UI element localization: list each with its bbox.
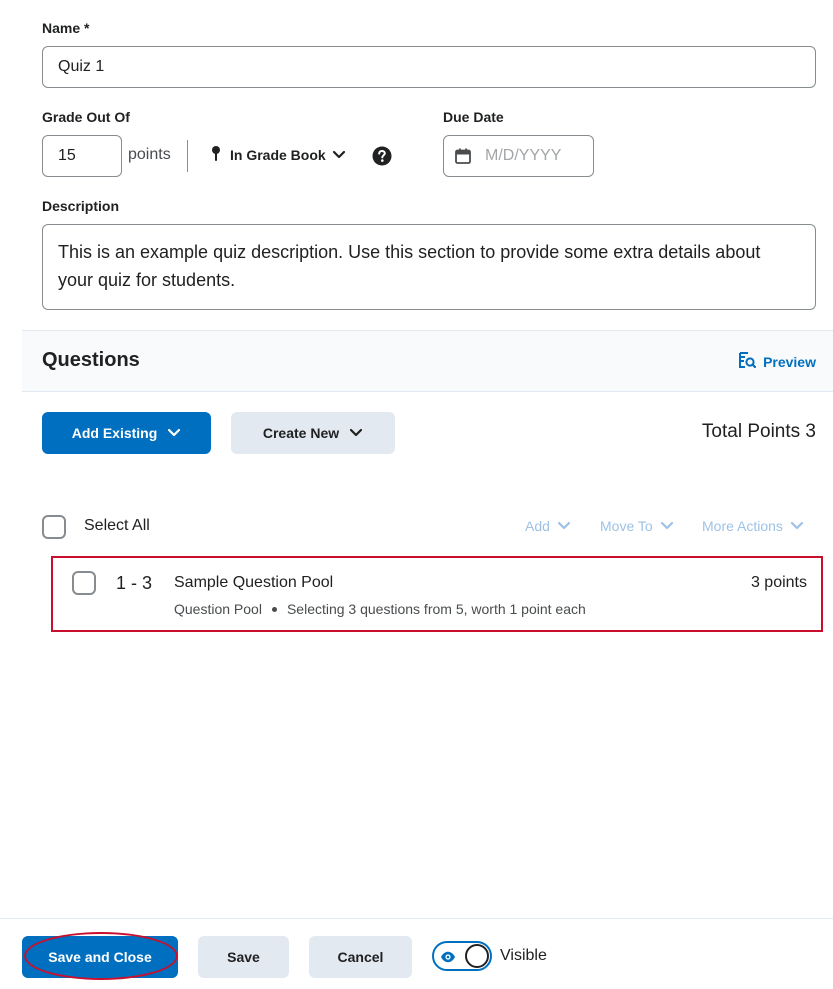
save-label: Save: [227, 949, 260, 965]
total-points: Total Points 3: [701, 421, 816, 442]
divider: [187, 140, 188, 172]
more-actions-dropdown[interactable]: More Actions: [702, 518, 804, 534]
visible-label: Visible: [500, 947, 547, 964]
chevron-down-icon: [349, 425, 363, 441]
save-and-close-button[interactable]: Save and Close: [22, 936, 178, 978]
move-to-label: Move To: [600, 518, 653, 534]
name-label: Name *: [42, 20, 90, 36]
question-points: 3 points: [750, 574, 807, 591]
separator-dot: [271, 606, 277, 612]
questions-title: Questions: [42, 349, 140, 371]
name-input[interactable]: Quiz 1: [42, 46, 816, 88]
grade-input[interactable]: 15: [42, 135, 122, 177]
help-icon[interactable]: [372, 146, 392, 166]
toggle-knob: [465, 944, 489, 968]
more-actions-label: More Actions: [702, 518, 783, 534]
add-existing-label: Add Existing: [71, 425, 158, 441]
select-all-checkbox[interactable]: [42, 515, 66, 539]
add-action-dropdown[interactable]: Add: [525, 518, 571, 534]
description-label: Description: [42, 198, 120, 214]
footer-bar: Save and Close Save Cancel Visible: [0, 918, 833, 989]
pin-icon: [208, 144, 224, 165]
cancel-button[interactable]: Cancel: [309, 936, 412, 978]
highlight-annotation: [51, 556, 823, 632]
chevron-down-icon: [660, 518, 674, 534]
chevron-down-icon: [790, 518, 804, 534]
question-meta: Question Pool Selecting 3 questions from…: [174, 601, 586, 617]
question-type: Question Pool: [174, 601, 262, 617]
question-pool-title[interactable]: Sample Question Pool: [174, 574, 333, 592]
move-to-dropdown[interactable]: Move To: [600, 518, 674, 534]
save-and-close-label: Save and Close: [48, 949, 152, 965]
calendar-icon: [455, 148, 471, 164]
name-input-value: Quiz 1: [58, 58, 105, 75]
due-date-placeholder: M/D/YYYY: [485, 147, 562, 164]
due-date-input[interactable]: M/D/YYYY: [443, 135, 594, 177]
visibility-toggle[interactable]: [432, 941, 492, 971]
cancel-label: Cancel: [337, 949, 384, 965]
chevron-down-icon: [167, 425, 181, 441]
gradebook-dropdown[interactable]: In Grade Book: [208, 144, 346, 165]
preview-label: Preview: [763, 353, 816, 370]
add-action-label: Add: [525, 518, 550, 534]
grade-out-of-label: Grade Out Of: [42, 109, 130, 125]
create-new-label: Create New: [262, 425, 340, 441]
questions-header: Questions Preview: [22, 330, 833, 392]
question-range: 1 - 3: [116, 573, 153, 593]
points-label: points: [128, 146, 171, 163]
due-date-label: Due Date: [443, 109, 504, 125]
preview-link[interactable]: Preview: [738, 351, 816, 372]
create-new-button[interactable]: Create New: [231, 412, 395, 454]
chevron-down-icon: [557, 518, 571, 534]
gradebook-label: In Grade Book: [230, 146, 326, 163]
save-button[interactable]: Save: [198, 936, 289, 978]
preview-icon: [738, 351, 757, 372]
eye-icon: [440, 950, 456, 968]
description-input[interactable]: This is an example quiz description. Use…: [42, 224, 816, 310]
description-value: This is an example quiz description. Use…: [58, 242, 761, 290]
question-row-checkbox[interactable]: [72, 571, 96, 595]
add-existing-button[interactable]: Add Existing: [42, 412, 211, 454]
select-all-label: Select All: [84, 517, 150, 534]
question-detail: Selecting 3 questions from 5, worth 1 po…: [286, 601, 586, 617]
grade-input-value: 15: [58, 147, 76, 164]
chevron-down-icon: [332, 147, 346, 163]
